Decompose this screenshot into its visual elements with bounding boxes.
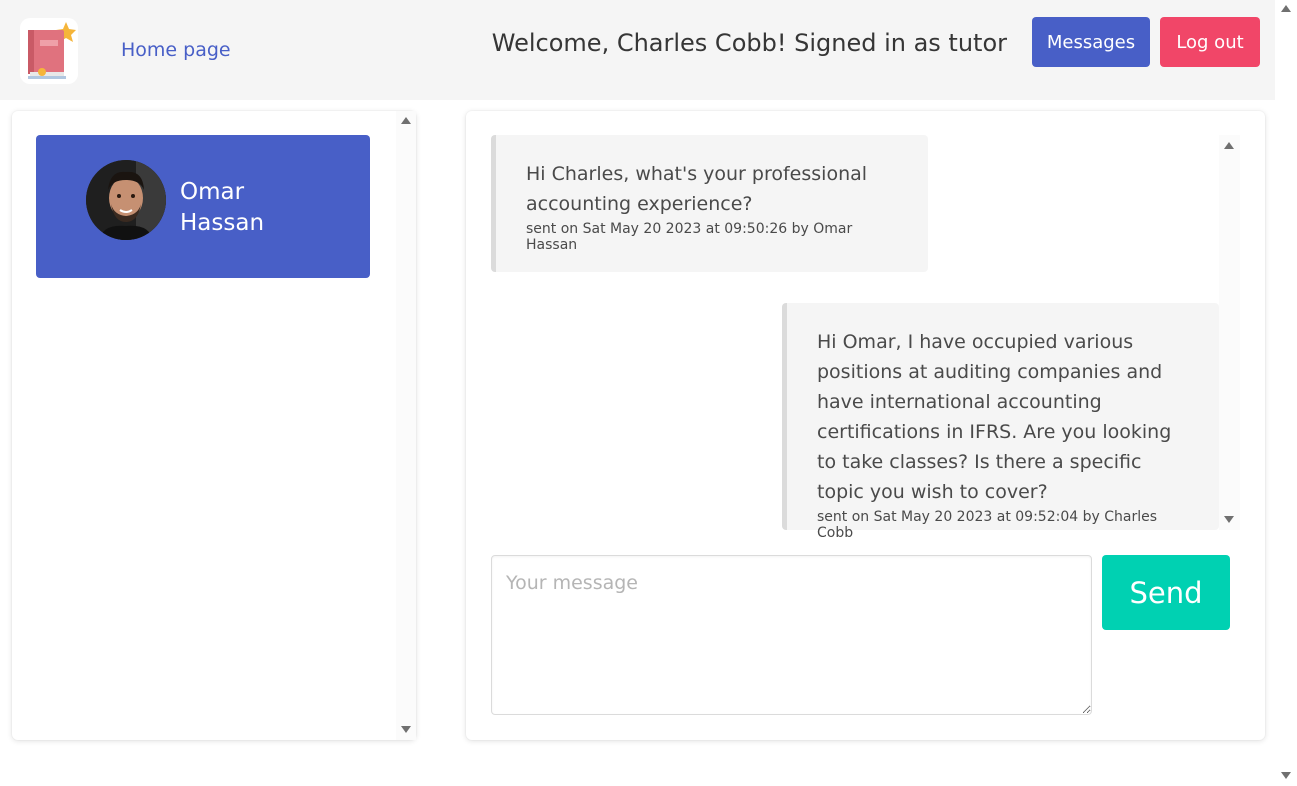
chat-panel: Hi Charles, what's your professional acc…: [466, 111, 1265, 740]
conversation-list-scrollbar[interactable]: [396, 111, 416, 740]
contact-last-name: Hassan: [180, 210, 265, 236]
messages-button[interactable]: Messages: [1032, 17, 1150, 67]
conversation-contact-name: Omar Hassan: [180, 177, 320, 239]
scroll-down-arrow-icon[interactable]: [401, 726, 411, 733]
scroll-up-arrow-icon[interactable]: [1224, 142, 1234, 149]
scroll-down-arrow-icon[interactable]: [1281, 772, 1291, 779]
message-sent: Hi Omar, I have occupied various positio…: [782, 303, 1219, 541]
chat-messages-scrollbar[interactable]: [1219, 135, 1240, 530]
contact-first-name: Omar: [180, 179, 245, 205]
scroll-down-arrow-icon[interactable]: [1224, 516, 1234, 523]
user-photo-avatar: [86, 160, 166, 240]
page-scrollbar[interactable]: [1275, 0, 1297, 786]
message-received: Hi Charles, what's your professional acc…: [491, 135, 928, 272]
conversation-item-omar-hassan[interactable]: Omar Hassan: [36, 135, 370, 278]
message-text: Hi Omar, I have occupied various positio…: [817, 331, 1172, 503]
conversation-list-panel: Omar Hassan: [12, 111, 416, 740]
message-text: Hi Charles, what's your professional acc…: [526, 163, 868, 215]
book-icon[interactable]: [18, 16, 80, 86]
logout-button[interactable]: Log out: [1160, 17, 1260, 67]
scroll-up-arrow-icon[interactable]: [1281, 5, 1291, 12]
message-input[interactable]: [491, 555, 1092, 715]
send-button[interactable]: Send: [1102, 555, 1230, 630]
message-timestamp: sent on Sat May 20 2023 at 09:52:04 by C…: [817, 509, 1157, 541]
welcome-message: Welcome, Charles Cobb! Signed in as tuto…: [491, 29, 1007, 57]
home-page-link[interactable]: Home page: [121, 39, 231, 61]
message-timestamp: sent on Sat May 20 2023 at 09:50:26 by O…: [526, 221, 853, 253]
navbar: Home page Welcome, Charles Cobb! Signed …: [0, 0, 1275, 100]
scroll-up-arrow-icon[interactable]: [401, 117, 411, 124]
